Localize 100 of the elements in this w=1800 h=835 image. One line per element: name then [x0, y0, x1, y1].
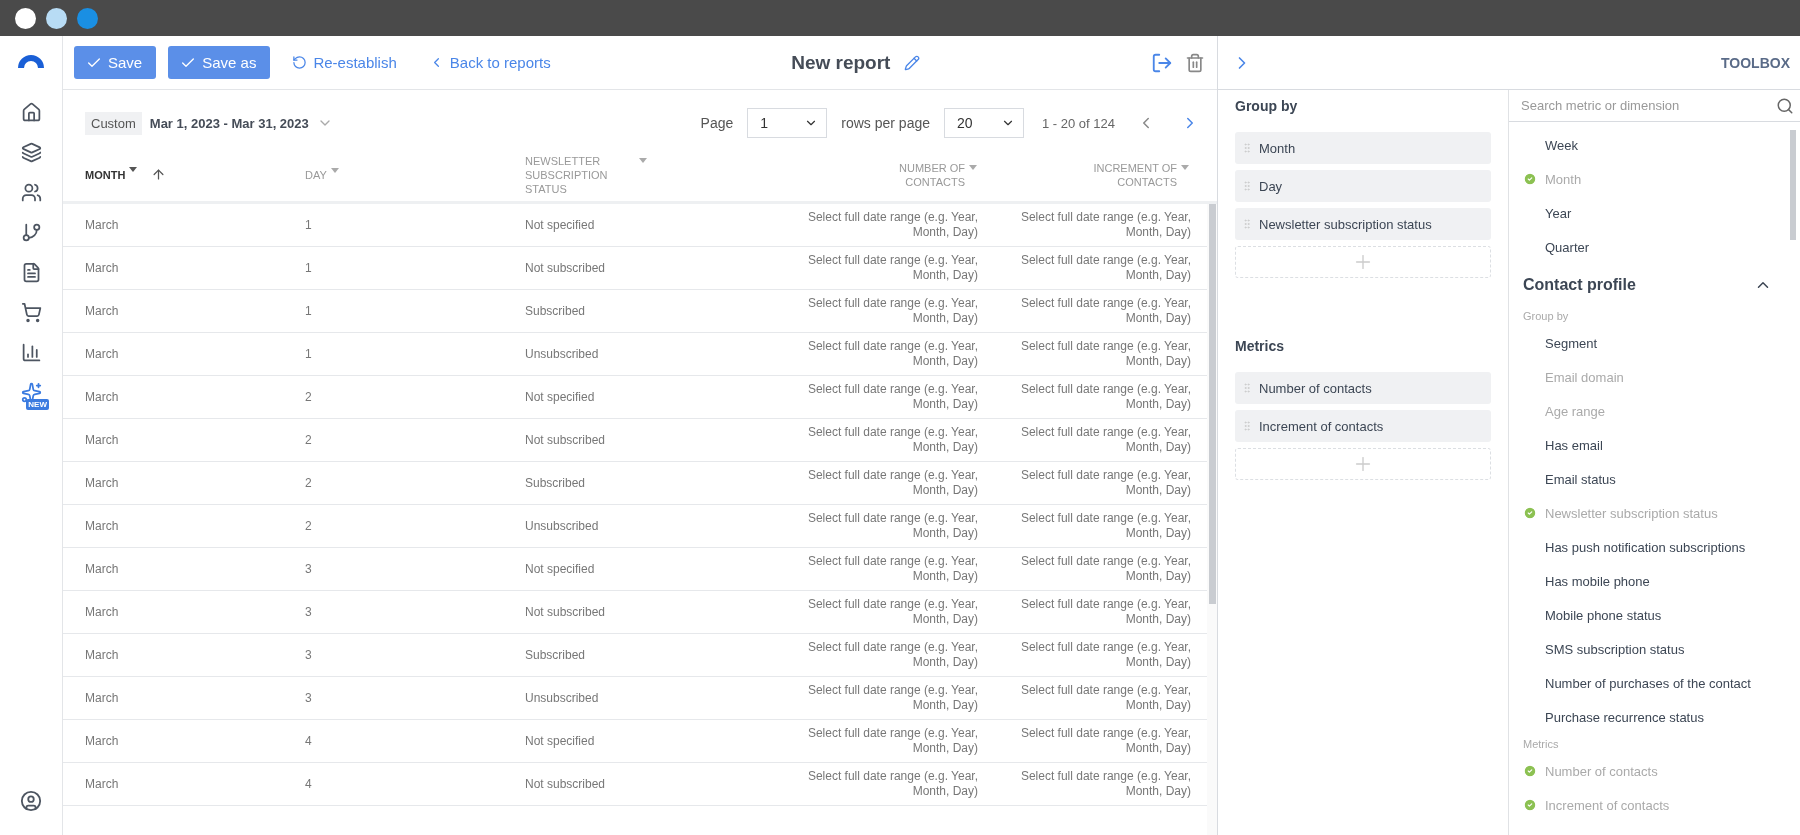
- drag-handle-icon[interactable]: [1241, 382, 1253, 394]
- table-cell-text: Select full date range (e.g. Year, Month, Day): [806, 253, 978, 283]
- table-cell-text: Unsubscribed: [525, 518, 600, 534]
- back-link[interactable]: Back to reports: [418, 54, 561, 71]
- drag-handle-icon[interactable]: [1241, 142, 1253, 154]
- restore-icon: [292, 55, 308, 70]
- table-cell-text: Select full date range (e.g. Year, Month, Day): [806, 683, 978, 713]
- table-cell-text: 2: [305, 389, 313, 405]
- preset-label: Custom: [85, 111, 142, 135]
- field-chip[interactable]: Newsletter subscription status: [1235, 208, 1491, 240]
- field-chip[interactable]: Number of contacts: [1235, 372, 1491, 404]
- table-cell-text: Select full date range (e.g. Year, Month, Day): [806, 640, 978, 670]
- table-cell-text: Select full date range (e.g. Year, Month, Day): [806, 511, 978, 541]
- table-cell-text: Select full date range (e.g. Year, Month, Day): [806, 468, 978, 498]
- table-cell-text: Select full date range (e.g. Year, Month, Day): [1019, 554, 1191, 584]
- table-cell-text: Select full date range (e.g. Year, Month, Day): [806, 210, 978, 240]
- table-cell-text: Select full date range (e.g. Year, Month, Day): [806, 769, 978, 799]
- page-label: Page: [700, 115, 734, 131]
- section-header[interactable]: Contact profile: [1523, 264, 1790, 306]
- table-cell-text: Select full date range (e.g. Year, Month, Day): [806, 726, 978, 756]
- window-dot: [15, 7, 36, 29]
- table-cell-text: Select full date range (e.g. Year, Month, Day): [806, 296, 978, 326]
- toolbox-item[interactable]: Segment: [1523, 326, 1790, 360]
- subheading: Group by: [1523, 309, 1570, 324]
- field-chip[interactable]: Day: [1235, 170, 1491, 202]
- table-cell-text: Subscribed: [525, 303, 587, 319]
- toolbox-item[interactable]: Week: [1523, 128, 1790, 162]
- field-chip[interactable]: Increment of contacts: [1235, 410, 1491, 442]
- table-cell-text: 3: [305, 647, 313, 663]
- restore-link[interactable]: Re-establish: [282, 54, 407, 71]
- trash-icon[interactable]: [1185, 52, 1205, 73]
- table-cell-text: 3: [305, 604, 313, 620]
- table-cell-text: March: [85, 647, 120, 663]
- column-header[interactable]: MONTH: [85, 167, 126, 182]
- window-dot: [77, 7, 98, 29]
- table-cell-text: Select full date range (e.g. Year, Month, Day): [1019, 683, 1191, 713]
- panel-title: TOOLBOX: [1721, 54, 1790, 71]
- rows-select[interactable]: 20: [944, 108, 1024, 138]
- toolbox-item[interactable]: Year: [1523, 196, 1790, 230]
- caret-icon[interactable]: [129, 167, 138, 172]
- page-select[interactable]: 1: [747, 108, 828, 138]
- drag-handle-icon[interactable]: [1241, 420, 1253, 432]
- toolbox-item[interactable]: Quarter: [1523, 230, 1790, 264]
- table-cell-text: March: [85, 346, 120, 362]
- search-icon[interactable]: [1776, 96, 1794, 115]
- table-cell-text: 3: [305, 561, 313, 577]
- table-cell-text: 1: [305, 260, 313, 276]
- table-cell-text: Not subscribed: [525, 604, 607, 620]
- date-range[interactable]: Mar 1, 2023 - Mar 31, 2023: [149, 115, 309, 131]
- toolbox-item[interactable]: Mobile phone status: [1523, 598, 1790, 632]
- table-cell-text: Select full date range (e.g. Year, Month, Day): [1019, 511, 1191, 541]
- toolbox-item[interactable]: Has mobile phone: [1523, 564, 1790, 598]
- table-cell-text: March: [85, 690, 120, 706]
- table-cell-text: March: [85, 475, 120, 491]
- table-cell-text: March: [85, 518, 120, 534]
- toolbox-item[interactable]: SMS subscription status: [1523, 632, 1790, 666]
- table-cell-text: Unsubscribed: [525, 346, 600, 362]
- export-icon[interactable]: [1151, 51, 1173, 74]
- table-cell-text: 4: [305, 776, 313, 792]
- table-cell-text: Select full date range (e.g. Year, Month, Day): [1019, 382, 1191, 412]
- table-cell-text: Select full date range (e.g. Year, Month, Day): [806, 339, 978, 369]
- drag-handle-icon[interactable]: [1241, 218, 1253, 230]
- window-dot: [46, 7, 67, 29]
- table-cell-text: March: [85, 389, 120, 405]
- table-cell-text: March: [85, 432, 120, 448]
- table-cell-text: Not specified: [525, 389, 596, 405]
- table-cell-text: 2: [305, 475, 313, 491]
- drag-handle-icon[interactable]: [1241, 180, 1253, 192]
- table-cell-text: March: [85, 733, 120, 749]
- table-cell-text: Select full date range (e.g. Year, Month, Day): [806, 382, 978, 412]
- toolbox-item[interactable]: Email status: [1523, 462, 1790, 496]
- edit-icon[interactable]: [904, 54, 921, 71]
- table-cell-text: Select full date range (e.g. Year, Month, Day): [1019, 597, 1191, 627]
- table-cell-text: Unsubscribed: [525, 690, 600, 706]
- table-cell-text: Not subscribed: [525, 776, 607, 792]
- toolbox-item[interactable]: Purchase recurrence status: [1523, 700, 1790, 734]
- report-title: New report: [791, 51, 891, 74]
- toolbox-item[interactable]: Has push notification subscriptions: [1523, 530, 1790, 564]
- table-cell-text: March: [85, 604, 120, 620]
- table-cell-text: March: [85, 776, 120, 792]
- table-cell-text: 2: [305, 518, 313, 534]
- toolbox-item[interactable]: Has email: [1523, 428, 1790, 462]
- field-chip[interactable]: Month: [1235, 132, 1491, 164]
- rows-label: rows per page: [841, 115, 930, 131]
- table-cell-text: Select full date range (e.g. Year, Month, Day): [1019, 468, 1191, 498]
- table-cell-text: Not specified: [525, 561, 596, 577]
- table-cell-text: Not specified: [525, 733, 596, 749]
- table-cell-text: Select full date range (e.g. Year, Month, Day): [1019, 640, 1191, 670]
- table-cell-text: March: [85, 260, 120, 276]
- table-cell-text: Not subscribed: [525, 260, 607, 276]
- check-circle-icon: [1523, 506, 1537, 520]
- toolbox-item[interactable]: Number of purchases of the contact: [1523, 666, 1790, 700]
- section-title: Metrics: [1235, 338, 1286, 354]
- table-cell-text: Not specified: [525, 217, 596, 233]
- table-cell-text: 1: [305, 346, 313, 362]
- section-title: Group by: [1235, 98, 1299, 114]
- logo-icon: [16, 52, 46, 70]
- table-cell-text: Not subscribed: [525, 432, 607, 448]
- table-cell-text: March: [85, 303, 120, 319]
- check-circle-icon: [1523, 172, 1537, 186]
